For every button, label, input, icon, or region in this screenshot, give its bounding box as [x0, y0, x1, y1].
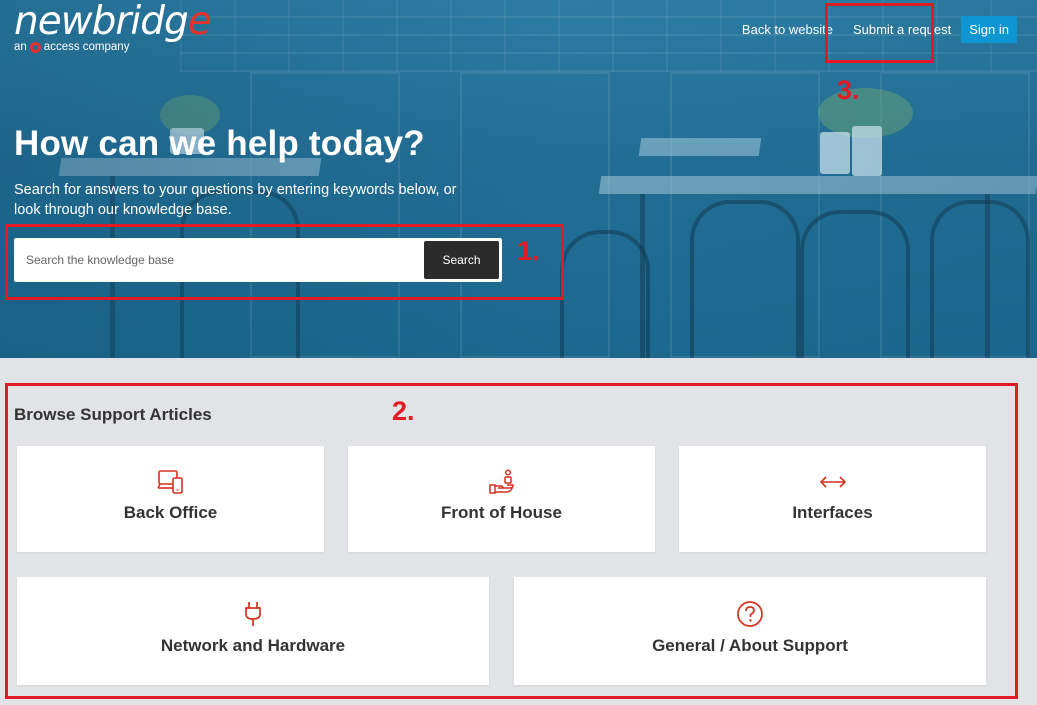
annotation-number-3: 3.: [837, 75, 860, 105]
newbridge-logo[interactable]: newbridge an access company: [14, 0, 212, 54]
annotation-box-search: [5, 224, 564, 300]
logo-wordmark: newbridge: [14, 0, 212, 44]
sign-in-button[interactable]: Sign in: [961, 16, 1017, 43]
annotation-number-1: 1.: [517, 236, 540, 266]
annotation-box-submit: [825, 3, 934, 63]
annotation-box-browse: [5, 383, 1018, 699]
page-title: How can we help today?: [14, 124, 425, 163]
annotation-number-2: 2.: [392, 396, 415, 426]
access-ring-icon: [29, 41, 41, 53]
hero-subtitle: Search for answers to your questions by …: [14, 182, 457, 218]
